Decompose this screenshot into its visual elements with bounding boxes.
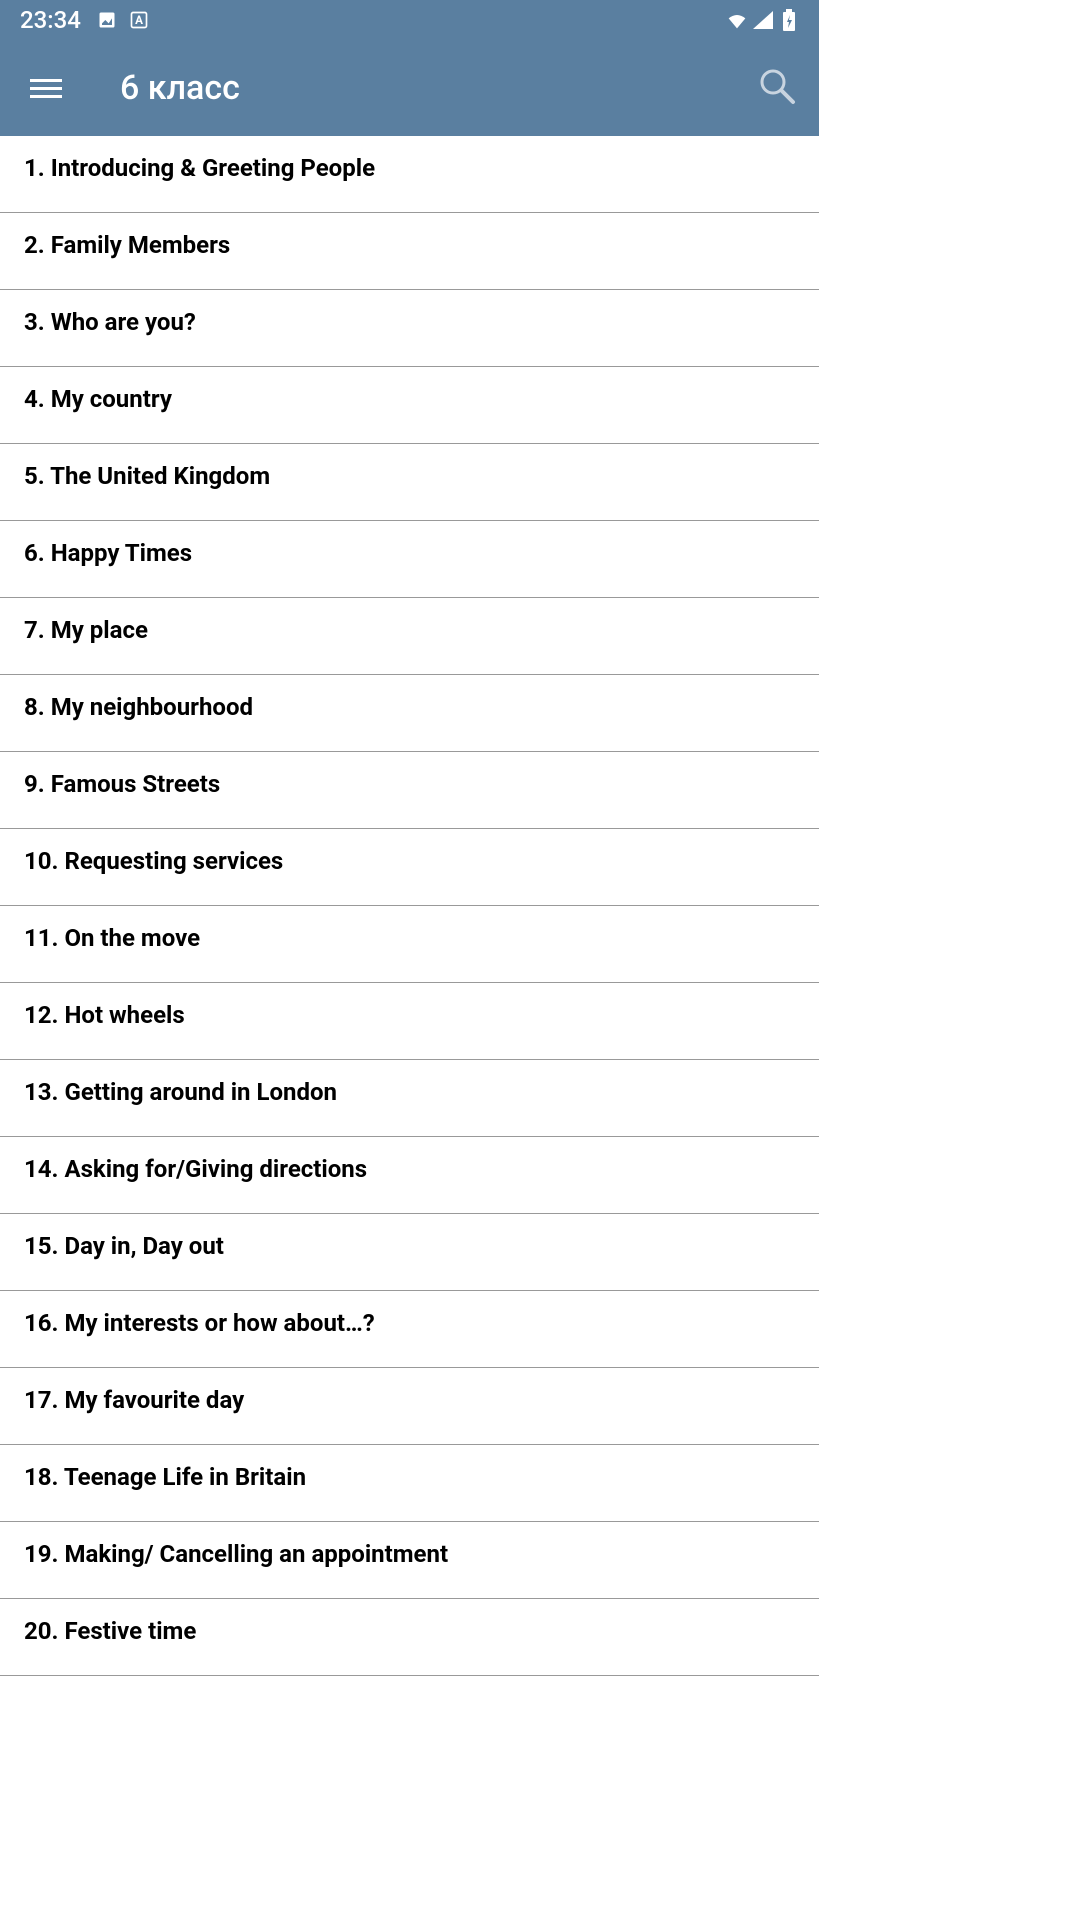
lesson-item[interactable]: 17. My favourite day [0,1368,819,1445]
status-icons-right [727,10,799,30]
lesson-item[interactable]: 10. Requesting services [0,829,819,906]
lesson-item[interactable]: 11. On the move [0,906,819,983]
search-button[interactable] [747,56,807,120]
lesson-item[interactable]: 13. Getting around in London [0,1060,819,1137]
lesson-item[interactable]: 12. Hot wheels [0,983,819,1060]
status-icons-left: A [97,10,149,30]
app-bar: 6 класс [0,40,819,136]
signal-icon [753,10,773,30]
lesson-item[interactable]: 20. Festive time [0,1599,819,1676]
image-icon [97,10,117,30]
lesson-item[interactable]: 7. My place [0,598,819,675]
lesson-item[interactable]: 14. Asking for/Giving directions [0,1137,819,1214]
page-title: 6 класс [120,68,240,108]
lesson-item[interactable]: 4. My country [0,367,819,444]
status-time: 23:34 [20,6,81,34]
lesson-item[interactable]: 3. Who are you? [0,290,819,367]
lesson-list: 1. Introducing & Greeting People2. Famil… [0,136,819,1676]
lesson-item[interactable]: 1. Introducing & Greeting People [0,136,819,213]
battery-icon [779,10,799,30]
hamburger-icon [30,79,62,82]
search-icon [757,66,797,106]
menu-button[interactable] [20,69,72,108]
lesson-item[interactable]: 6. Happy Times [0,521,819,598]
lesson-item[interactable]: 16. My interests or how about…? [0,1291,819,1368]
lesson-item[interactable]: 19. Making/ Cancelling an appointment [0,1522,819,1599]
lesson-item[interactable]: 8. My neighbourhood [0,675,819,752]
lesson-item[interactable]: 9. Famous Streets [0,752,819,829]
status-bar: 23:34 A [0,0,819,40]
svg-text:A: A [135,13,143,27]
lesson-item[interactable]: 2. Family Members [0,213,819,290]
wifi-icon [727,10,747,30]
lesson-item[interactable]: 18. Teenage Life in Britain [0,1445,819,1522]
status-left: 23:34 A [20,6,149,34]
text-icon: A [129,10,149,30]
lesson-item[interactable]: 5. The United Kingdom [0,444,819,521]
lesson-item[interactable]: 15. Day in, Day out [0,1214,819,1291]
